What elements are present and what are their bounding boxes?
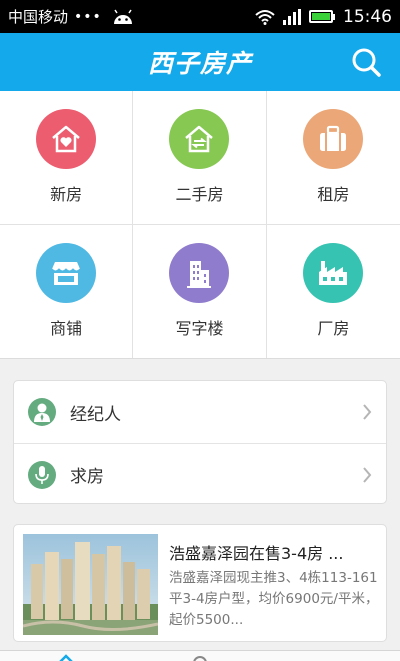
android-icon: [113, 9, 132, 24]
category-label: 写字楼: [175, 319, 224, 339]
signal-icon: [283, 8, 301, 25]
news-thumbnail: [23, 534, 158, 635]
menu-item-label: 求房: [70, 467, 104, 487]
search-tab-icon[interactable]: [190, 654, 210, 661]
app-title: 西子房产: [147, 49, 252, 78]
clock: 15:46: [343, 6, 392, 27]
category-shop[interactable]: 商铺: [0, 224, 134, 358]
news-title: 浩盛嘉泽园在售3-4房 ...: [169, 544, 344, 563]
more-notifications-indicator: •••: [74, 8, 102, 25]
category-label: 二手房: [175, 185, 224, 205]
suitcase-icon: [303, 109, 364, 170]
category-label: 商铺: [50, 319, 83, 339]
home-tab-icon[interactable]: [56, 654, 76, 661]
chevron-right-icon: [363, 404, 372, 420]
house-exchange-icon: [169, 109, 230, 170]
carrier-name: 中国移动: [8, 8, 69, 26]
search-icon[interactable]: [350, 46, 382, 78]
menu-list: 经纪人 求房: [13, 380, 387, 504]
news-item[interactable]: 浩盛嘉泽园在售3-4房 ... 浩盛嘉泽园现主推3、4栋113-161平3-4房…: [13, 524, 387, 642]
category-new-house[interactable]: 新房: [0, 91, 134, 225]
menu-item-agent[interactable]: 经纪人: [14, 381, 386, 443]
category-factory[interactable]: 厂房: [267, 225, 400, 359]
agent-icon: [28, 398, 56, 426]
house-heart-icon: [36, 109, 97, 170]
status-bar: 中国移动 ••• 15:46: [0, 0, 400, 33]
category-grid: 新房 二手房 租房 商铺 写字楼 厂房: [0, 91, 400, 359]
battery-icon: [309, 10, 335, 23]
office-building-icon: [169, 243, 230, 304]
category-office-building[interactable]: 写字楼: [133, 224, 267, 358]
chevron-right-icon: [363, 466, 372, 483]
menu-item-seek-house[interactable]: 求房: [14, 443, 386, 505]
wifi-icon: [255, 9, 275, 25]
app-header: 西子房产: [0, 33, 400, 91]
microphone-icon: [28, 460, 56, 489]
bottom-tab-bar: [0, 650, 400, 661]
shop-icon: [36, 243, 97, 304]
news-description: 浩盛嘉泽园现主推3、4栋113-161平3-4房户型，均价6900元/平米，起价…: [169, 570, 379, 628]
category-rent[interactable]: 租房: [266, 91, 400, 225]
menu-item-label: 经纪人: [70, 404, 121, 425]
category-label: 厂房: [317, 319, 350, 339]
category-label: 租房: [317, 185, 350, 205]
category-label: 新房: [50, 185, 83, 205]
factory-icon: [303, 243, 364, 304]
category-second-hand-house[interactable]: 二手房: [133, 91, 267, 225]
